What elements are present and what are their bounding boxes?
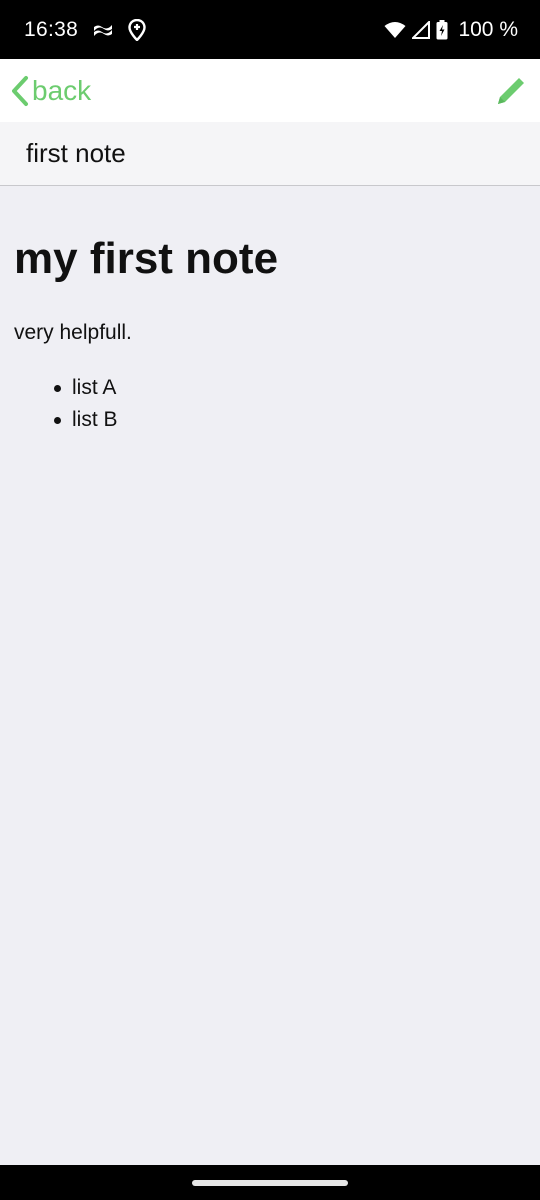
hotspot-icon xyxy=(92,22,114,38)
note-paragraph: very helpfull. xyxy=(14,321,132,344)
note-heading: my first note xyxy=(14,234,279,283)
signal-icon xyxy=(412,20,431,39)
wifi-icon xyxy=(384,21,406,39)
toolbar: back xyxy=(0,59,540,122)
navigation-bar xyxy=(0,1165,540,1200)
status-left: 16:38 xyxy=(24,18,146,42)
battery-charging-icon xyxy=(436,19,448,40)
home-indicator[interactable] xyxy=(192,1179,348,1186)
note-title: first note xyxy=(26,138,126,168)
status-right: 100 % xyxy=(384,18,518,42)
note-list: list A list B xyxy=(14,372,526,436)
pencil-icon xyxy=(494,74,528,108)
status-time: 16:38 xyxy=(24,17,79,41)
back-label: back xyxy=(32,74,92,106)
list-item: list B xyxy=(54,404,526,436)
back-button[interactable]: back xyxy=(10,75,91,107)
location-icon xyxy=(128,18,146,41)
status-bar: 16:38 100 % xyxy=(0,0,540,59)
note-title-bar: first note xyxy=(0,122,540,186)
note-content: my first note very helpfull. list A list… xyxy=(0,186,540,1165)
list-item: list A xyxy=(54,372,526,404)
battery-percentage: 100 % xyxy=(458,17,518,41)
edit-button[interactable] xyxy=(494,74,528,108)
chevron-left-icon xyxy=(10,75,30,107)
